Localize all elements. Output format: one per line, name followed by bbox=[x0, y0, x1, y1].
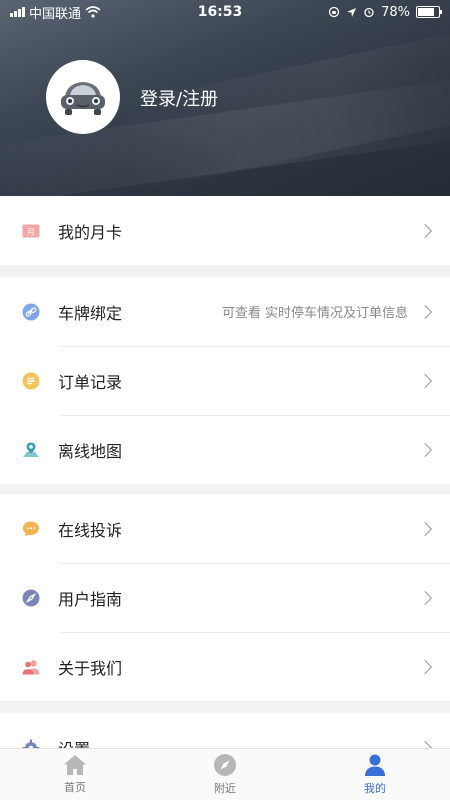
menu-item-online-complaint[interactable]: 在线投诉 bbox=[0, 494, 450, 563]
car-avatar-icon bbox=[61, 82, 105, 115]
menu-section-support: 在线投诉 用户指南 关于我们 bbox=[0, 494, 450, 701]
rotation-lock-icon bbox=[328, 6, 340, 18]
menu-item-about-us[interactable]: 关于我们 bbox=[0, 632, 450, 701]
chevron-right-icon bbox=[417, 442, 433, 457]
battery-percent: 78% bbox=[381, 4, 410, 20]
status-time: 16:53 bbox=[197, 4, 243, 20]
chevron-right-icon bbox=[417, 223, 433, 238]
chevron-right-icon bbox=[417, 590, 433, 605]
menu-item-offline-map[interactable]: 离线地图 bbox=[0, 415, 450, 484]
order-list-icon bbox=[22, 372, 40, 390]
people-icon bbox=[22, 658, 40, 676]
menu-item-label: 在线投诉 bbox=[58, 520, 123, 540]
compass-icon bbox=[22, 589, 40, 607]
tab-home[interactable]: 首页 bbox=[0, 749, 150, 800]
tab-label: 首页 bbox=[64, 781, 86, 794]
tab-nearby[interactable]: 附近 bbox=[150, 749, 300, 800]
menu-item-label: 关于我们 bbox=[58, 658, 123, 678]
svg-text:月: 月 bbox=[27, 227, 35, 236]
chevron-right-icon bbox=[417, 521, 433, 536]
bottom-tab-bar: 首页 附近 我的 bbox=[0, 748, 450, 800]
link-icon bbox=[22, 303, 40, 321]
chevron-right-icon bbox=[417, 373, 433, 388]
menu-item-label: 我的月卡 bbox=[58, 222, 123, 242]
chevron-right-icon bbox=[417, 659, 433, 674]
monthly-card-icon: 月 bbox=[22, 222, 40, 240]
home-icon bbox=[64, 755, 86, 775]
battery-icon bbox=[416, 6, 442, 18]
chevron-right-icon bbox=[417, 304, 433, 319]
menu-section-card: 月 我的月卡 bbox=[0, 196, 450, 265]
avatar[interactable] bbox=[46, 60, 120, 134]
alarm-icon bbox=[364, 7, 374, 18]
menu-item-order-records[interactable]: 订单记录 bbox=[0, 346, 450, 415]
menu-item-label: 离线地图 bbox=[58, 441, 123, 461]
menu-item-hint: 可查看 实时停车情况及订单信息 bbox=[221, 306, 408, 321]
location-arrow-icon bbox=[347, 7, 357, 17]
login-register-link[interactable]: 登录/注册 bbox=[140, 85, 218, 111]
user-icon bbox=[365, 754, 385, 776]
carrier-label: 中国联通 bbox=[29, 6, 82, 22]
menu-item-label: 用户指南 bbox=[58, 589, 123, 609]
menu-item-plate-binding[interactable]: 车牌绑定 可查看 实时停车情况及订单信息 bbox=[0, 277, 450, 346]
status-bar: 中国联通 16:53 78% bbox=[0, 0, 450, 24]
tab-label: 我的 bbox=[364, 782, 386, 795]
profile-header: 中国联通 16:53 78% 登录/注册 bbox=[0, 0, 450, 196]
tab-mine[interactable]: 我的 bbox=[300, 749, 450, 800]
chat-bubble-icon bbox=[22, 520, 40, 538]
menu-item-label: 车牌绑定 bbox=[58, 303, 123, 323]
menu-item-monthly-card[interactable]: 月 我的月卡 bbox=[0, 196, 450, 265]
menu-section-parking: 车牌绑定 可查看 实时停车情况及订单信息 订单记录 离线地图 bbox=[0, 277, 450, 484]
map-pin-icon bbox=[22, 441, 40, 459]
signal-icon bbox=[10, 7, 25, 17]
compass-icon bbox=[214, 754, 236, 776]
tab-label: 附近 bbox=[214, 782, 236, 795]
menu-item-user-guide[interactable]: 用户指南 bbox=[0, 563, 450, 632]
wifi-icon bbox=[85, 6, 101, 18]
menu-item-label: 订单记录 bbox=[58, 372, 123, 392]
